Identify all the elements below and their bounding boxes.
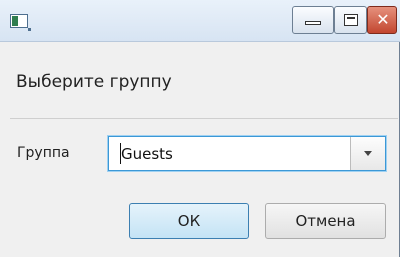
title-bar[interactable]: ✕ <box>0 0 400 42</box>
group-label: Группа <box>17 145 70 161</box>
app-icon <box>10 14 31 31</box>
ok-button[interactable]: ОК <box>129 203 249 239</box>
close-icon: ✕ <box>376 10 390 29</box>
dialog-window: ✕ Выберите группу Группа Guests ОК Отмен… <box>0 0 400 257</box>
maximize-button[interactable] <box>334 6 367 34</box>
chevron-down-icon <box>364 151 372 156</box>
cancel-button[interactable]: Отмена <box>265 203 386 239</box>
minimize-icon <box>305 21 321 25</box>
minimize-button[interactable] <box>292 6 334 34</box>
close-button[interactable]: ✕ <box>367 6 397 34</box>
group-combobox-value[interactable]: Guests <box>121 145 173 163</box>
divider <box>10 118 398 119</box>
dropdown-button[interactable] <box>350 137 385 170</box>
dialog-heading: Выберите группу <box>16 72 172 92</box>
group-combobox[interactable]: Guests <box>108 136 386 171</box>
maximize-icon <box>344 14 358 26</box>
